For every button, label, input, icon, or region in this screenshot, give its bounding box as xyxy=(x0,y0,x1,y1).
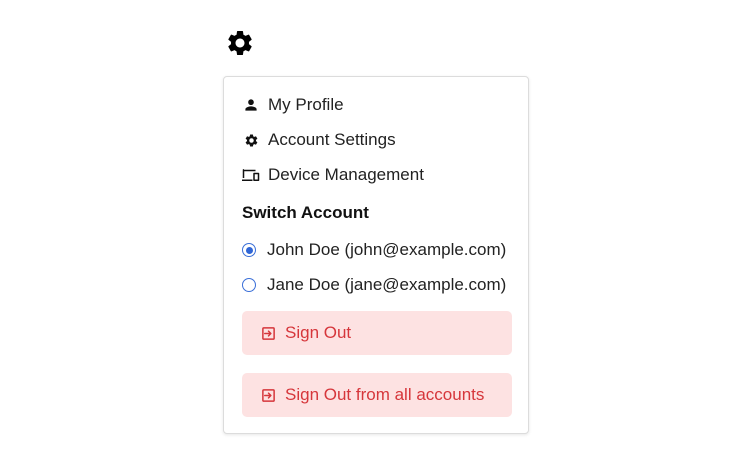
menu-item-label: My Profile xyxy=(268,95,344,114)
person-icon xyxy=(242,96,260,114)
sign-out-all-button[interactable]: Sign Out from all accounts xyxy=(242,373,512,417)
menu-item-label: Device Management xyxy=(268,165,424,184)
radio-selected[interactable] xyxy=(242,243,256,257)
menu-item-label: Account Settings xyxy=(268,130,396,149)
menu-item-device-management[interactable]: Device Management xyxy=(242,163,424,187)
gear-icon xyxy=(242,131,260,149)
sign-out-icon xyxy=(260,325,276,341)
radio-unselected[interactable] xyxy=(242,278,256,292)
gear-icon xyxy=(228,30,252,55)
sign-out-all-label: Sign Out from all accounts xyxy=(285,385,485,404)
sign-out-button[interactable]: Sign Out xyxy=(242,311,512,355)
menu-item-account-settings[interactable]: Account Settings xyxy=(242,128,396,152)
sign-out-icon xyxy=(260,387,276,403)
account-label: Jane Doe (jane@example.com) xyxy=(267,275,507,294)
switch-account-title: Switch Account xyxy=(242,203,369,222)
sign-out-label: Sign Out xyxy=(285,323,352,342)
devices-icon xyxy=(242,166,260,184)
settings-gear-button[interactable] xyxy=(224,27,256,59)
account-radio-john[interactable]: John Doe (john@example.com) xyxy=(242,238,506,262)
account-label: John Doe (john@example.com) xyxy=(267,240,507,259)
account-radio-jane[interactable]: Jane Doe (jane@example.com) xyxy=(242,273,506,297)
menu-item-my-profile[interactable]: My Profile xyxy=(242,93,344,117)
account-menu: My Profile Account Settings Device Manag… xyxy=(223,76,529,434)
